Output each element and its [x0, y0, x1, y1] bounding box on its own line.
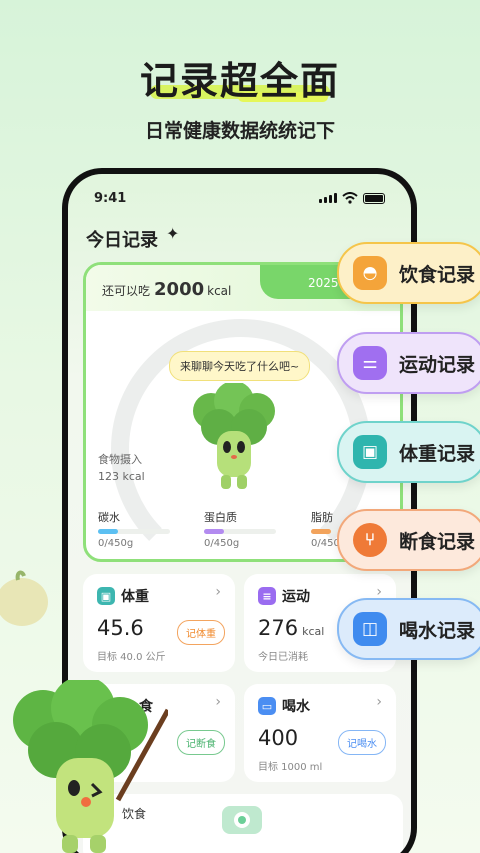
macro-value: 0/450g: [204, 538, 240, 549]
weight-title: ▣ 体重: [97, 586, 149, 606]
chat-bubble[interactable]: 来聊聊今天吃了什么吧~: [169, 351, 311, 381]
weight-label: 体重: [121, 589, 149, 605]
status-time: 9:41: [94, 190, 127, 206]
macro-bar: [204, 529, 276, 534]
pill-water-record[interactable]: ◫ 喝水记录: [337, 598, 480, 660]
broccoli-mascot-icon[interactable]: [189, 383, 279, 493]
sparkle-icon: ✦: [166, 224, 180, 243]
scale-icon: ▣: [353, 435, 387, 469]
pill-weight-record[interactable]: ▣ 体重记录: [337, 421, 480, 483]
pill-label: 断食记录: [399, 530, 476, 553]
weight-goal: 目标 40.0 公斤: [97, 652, 166, 663]
pill-label: 体重记录: [399, 442, 476, 465]
exercise-number: 276: [258, 616, 299, 640]
pill-label: 饮食记录: [399, 263, 476, 286]
log-water-button[interactable]: 记喝水: [338, 730, 386, 755]
pill-label: 运动记录: [399, 353, 476, 376]
log-fasting-button[interactable]: 记断食: [177, 730, 225, 755]
intake-value: 123 kcal: [98, 470, 145, 483]
exercise-sub: 今日已消耗: [258, 652, 308, 663]
camera-icon[interactable]: [218, 800, 266, 836]
remaining-calories: 还可以吃 2000 kcal: [102, 279, 231, 300]
chevron-right-icon[interactable]: ›: [215, 694, 221, 710]
macro-protein: 蛋白质 0/450g: [204, 509, 276, 549]
chevron-right-icon[interactable]: ›: [215, 584, 221, 600]
exercise-label: 运动: [282, 589, 310, 605]
weight-tile[interactable]: ▣ 体重 › 45.6 记体重 目标 40.0 公斤: [83, 574, 235, 672]
macro-value: 0/450g: [98, 538, 134, 549]
wifi-icon: [342, 192, 358, 204]
water-label: 喝水: [282, 699, 310, 715]
scale-icon: ▣: [97, 587, 115, 605]
weight-value: 45.6: [97, 616, 144, 640]
cup-icon: ◫: [353, 612, 387, 646]
dumbbell-icon: ≡: [258, 587, 276, 605]
water-tile[interactable]: ▭ 喝水 › 400 记喝水 目标 1000 ml: [244, 684, 396, 782]
status-icons: [319, 192, 385, 204]
battery-icon: [363, 192, 385, 204]
intake-label: 食物摄入: [98, 453, 142, 466]
pumpkin-icon: [0, 570, 48, 626]
subheadline: 日常健康数据统统记下: [144, 120, 335, 142]
pill-fasting-record[interactable]: ⑂ 断食记录: [337, 509, 480, 571]
chevron-right-icon[interactable]: ›: [376, 694, 382, 710]
exercise-title: ≡ 运动: [258, 586, 310, 606]
broccoli-pointer-mascot-icon: [13, 680, 168, 853]
dumbbell-icon: ⚌: [353, 346, 387, 380]
food-intake: 食物摄入 123 kcal: [98, 451, 145, 485]
macro-label: 蛋白质: [204, 511, 237, 524]
pill-exercise-record[interactable]: ⚌ 运动记录: [337, 332, 480, 394]
dish-icon: ◓: [353, 256, 387, 290]
diet-label: 饮食: [122, 807, 147, 821]
status-bar: 9:41: [68, 188, 411, 208]
remaining-label: 还可以吃: [102, 284, 151, 298]
remaining-value: 2000: [154, 279, 205, 300]
macro-label: 碳水: [98, 511, 120, 524]
water-value: 400: [258, 726, 299, 750]
pill-label: 喝水记录: [399, 619, 476, 642]
macro-carbs: 碳水 0/450g: [98, 509, 170, 549]
water-goal: 目标 1000 ml: [258, 762, 323, 773]
exercise-unit: kcal: [302, 625, 325, 638]
pill-diet-record[interactable]: ◓ 饮食记录: [337, 242, 480, 304]
cup-icon: ▭: [258, 697, 276, 715]
remaining-unit: kcal: [207, 284, 232, 298]
page-title: 今日记录: [86, 230, 158, 251]
macro-bar: [98, 529, 170, 534]
exercise-value: 276 kcal: [258, 616, 324, 640]
fork-spoon-icon: ⑂: [353, 523, 387, 557]
headline: 记录超全面: [139, 59, 340, 103]
signal-icon: [319, 193, 337, 203]
log-weight-button[interactable]: 记体重: [177, 620, 225, 645]
water-title: ▭ 喝水: [258, 696, 310, 716]
